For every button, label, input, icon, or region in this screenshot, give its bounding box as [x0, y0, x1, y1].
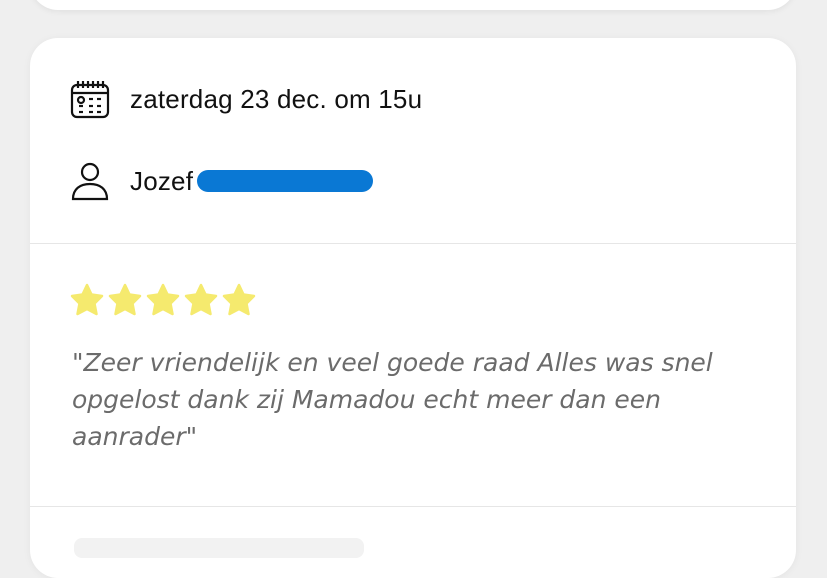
divider	[30, 243, 796, 244]
next-section-placeholder	[74, 538, 364, 558]
review-text: "Zeer vriendelijk en veel goede raad All…	[72, 348, 713, 451]
appointment-date-row: zaterdag 23 dec. om 15u	[70, 78, 422, 120]
user-icon	[70, 160, 112, 202]
star-rating	[70, 283, 256, 317]
redacted-surname	[197, 169, 374, 192]
divider	[30, 506, 796, 507]
calendar-icon	[70, 78, 112, 120]
previous-card-edge	[30, 0, 796, 10]
star-icon	[184, 283, 218, 317]
customer-row: Jozef	[70, 160, 374, 202]
star-icon	[222, 283, 256, 317]
star-icon	[146, 283, 180, 317]
review-card: zaterdag 23 dec. om 15u Jozef "Zeer vrie…	[30, 38, 796, 578]
customer-name: Jozef	[130, 165, 194, 196]
star-icon	[70, 283, 104, 317]
star-icon	[108, 283, 142, 317]
appointment-date: zaterdag 23 dec. om 15u	[130, 83, 423, 114]
customer-name-line: Jozef	[130, 165, 374, 197]
